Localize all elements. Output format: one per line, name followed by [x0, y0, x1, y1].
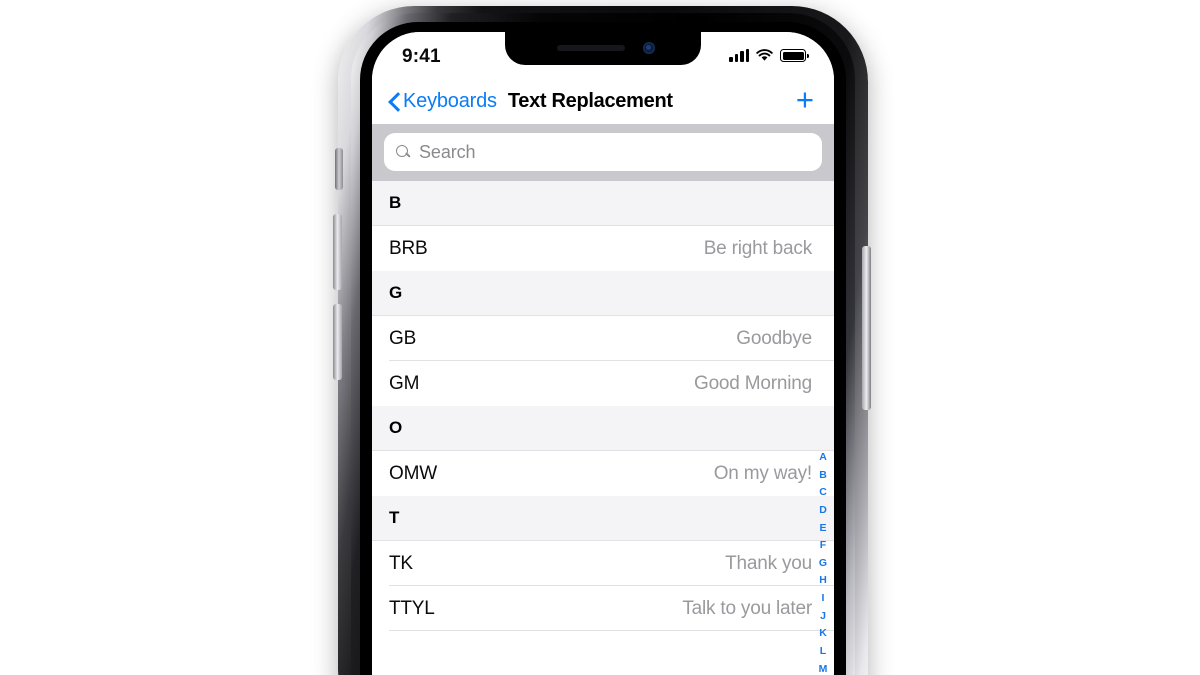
row-phrase: On my way!: [713, 462, 813, 484]
alphabet-index-letter[interactable]: I: [822, 590, 825, 608]
chevron-left-icon: [389, 92, 400, 111]
alphabet-index[interactable]: ABCDEFGHIJKLMNOPQRSTUV: [815, 449, 831, 675]
alphabet-index-letter[interactable]: D: [819, 502, 827, 520]
table-row[interactable]: OMW On my way!: [372, 451, 834, 496]
row-phrase: Thank you: [725, 552, 812, 574]
table-row[interactable]: BRB Be right back: [372, 226, 834, 271]
section-header: T: [372, 496, 834, 541]
alphabet-index-letter[interactable]: H: [819, 572, 827, 590]
alphabet-index-letter[interactable]: A: [819, 449, 827, 467]
row-phrase: Goodbye: [736, 327, 812, 349]
add-button[interactable]: +: [796, 84, 817, 115]
row-phrase: Good Morning: [693, 372, 812, 394]
alphabet-index-letter[interactable]: B: [819, 467, 827, 485]
search-bar-container: Search: [372, 124, 834, 181]
table-row[interactable]: GM Good Morning: [372, 361, 834, 406]
section-header: O: [372, 406, 834, 451]
notch: [505, 32, 701, 65]
row-shortcut: BRB: [389, 237, 428, 259]
back-button[interactable]: Keyboards: [389, 90, 497, 113]
alphabet-index-letter[interactable]: L: [820, 643, 826, 661]
section-header: G: [372, 271, 834, 316]
alphabet-index-letter[interactable]: K: [819, 625, 827, 643]
row-shortcut: TK: [389, 552, 413, 574]
cellular-signal-icon: [729, 49, 749, 62]
screenshot-canvas: 9:41 Keyboards Text Replacement + Search…: [0, 0, 1200, 675]
table-row[interactable]: TTYL Talk to you later: [372, 586, 834, 631]
search-placeholder: Search: [419, 141, 476, 162]
table-row[interactable]: TK Thank you: [372, 541, 834, 586]
section-header: B: [372, 181, 834, 226]
wifi-icon: [756, 49, 773, 62]
search-field[interactable]: Search: [384, 133, 822, 171]
alphabet-index-letter[interactable]: E: [819, 520, 826, 538]
status-time: 9:41: [402, 46, 441, 67]
row-shortcut: TTYL: [389, 597, 435, 619]
phone-screen: 9:41 Keyboards Text Replacement + Search…: [372, 32, 834, 675]
row-shortcut: GM: [389, 372, 420, 394]
table-row[interactable]: GB Goodbye: [372, 316, 834, 361]
volume-down-button[interactable]: [333, 304, 342, 380]
battery-icon: [780, 49, 809, 62]
volume-up-button[interactable]: [333, 214, 342, 290]
side-button[interactable]: [862, 246, 871, 410]
alphabet-index-letter[interactable]: C: [819, 484, 827, 502]
status-indicators: [729, 49, 809, 62]
page-title: Text Replacement: [507, 89, 673, 112]
alphabet-index-letter[interactable]: J: [820, 608, 826, 626]
back-button-label: Keyboards: [403, 89, 497, 112]
text-replacement-list: B BRB Be right back G GB Goodbye GM Good…: [372, 181, 834, 675]
silent-switch[interactable]: [335, 148, 343, 190]
row-shortcut: OMW: [389, 462, 437, 484]
row-phrase: Be right back: [703, 237, 812, 259]
earpiece-speaker-icon: [557, 45, 625, 51]
front-camera-icon: [643, 42, 655, 54]
row-separator: [389, 630, 834, 631]
search-icon: [396, 144, 411, 160]
navigation-bar: Keyboards Text Replacement +: [372, 78, 834, 124]
row-shortcut: GB: [389, 327, 417, 349]
alphabet-index-letter[interactable]: G: [819, 555, 827, 573]
alphabet-index-letter[interactable]: M: [819, 661, 828, 675]
row-phrase: Talk to you later: [682, 597, 812, 619]
alphabet-index-letter[interactable]: F: [820, 537, 826, 555]
